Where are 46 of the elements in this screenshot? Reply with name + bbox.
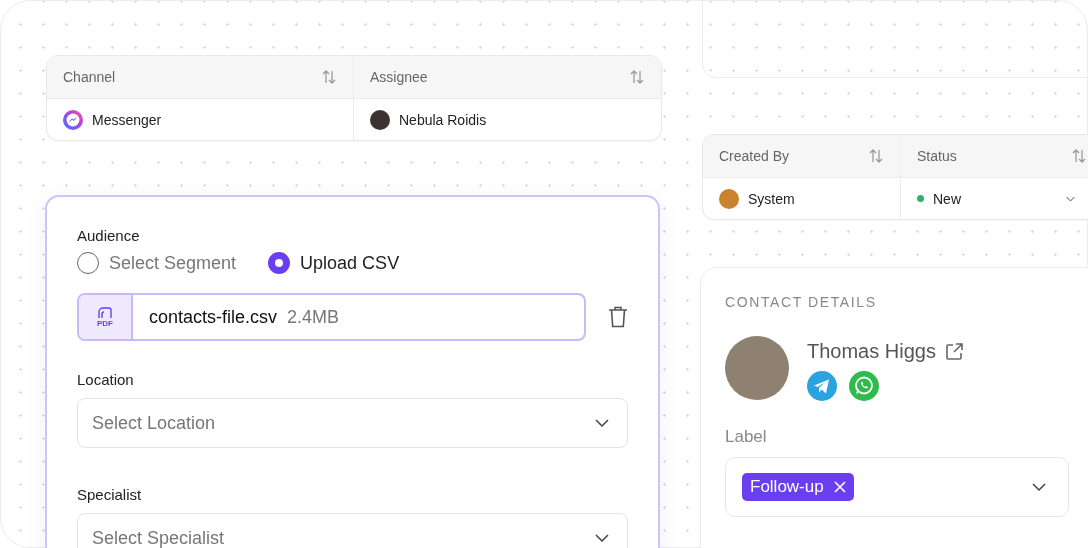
column-title: Channel [63, 69, 116, 85]
avatar [370, 109, 390, 130]
sort-icon[interactable] [629, 69, 645, 85]
channel-name: Messenger [92, 111, 162, 128]
column-title: Assignee [370, 69, 428, 85]
chevron-down-icon[interactable] [595, 534, 609, 542]
contact-name: Thomas Higgs [807, 340, 936, 363]
radio-option[interactable]: Upload CSV [268, 252, 400, 274]
column-title: Status [917, 148, 957, 164]
close-icon[interactable] [833, 481, 846, 493]
sort-icon[interactable] [321, 69, 337, 85]
file-name: contacts-file.csv [149, 306, 278, 328]
status-dot [917, 195, 924, 202]
paper-plane-icon[interactable] [807, 371, 837, 401]
column-header[interactable]: Created By [703, 135, 900, 178]
specialist-dropdown[interactable]: Select Specialist [77, 513, 628, 548]
status-label: New [933, 190, 961, 207]
sort-icon[interactable] [868, 148, 884, 164]
chevron-down-icon[interactable] [1032, 483, 1046, 491]
label-dropdown[interactable]: Follow-up [725, 457, 1069, 517]
file-size: 2.4MB [287, 306, 340, 328]
trash-icon[interactable] [608, 306, 628, 328]
file-type-badge: PDF [79, 295, 133, 339]
assignee-name: Nebula Roidis [399, 111, 487, 128]
phone-bubble-icon[interactable] [849, 371, 879, 401]
column-title: Created By [719, 148, 790, 164]
field-label: Label [725, 427, 768, 447]
avatar [719, 188, 739, 209]
section-heading: CONTACT DETAILS [725, 294, 878, 310]
sort-icon[interactable] [1071, 148, 1087, 164]
external-link-icon[interactable] [943, 341, 964, 362]
field-label: Location [77, 371, 135, 388]
radio-option[interactable]: Select Segment [77, 252, 237, 274]
label-tag[interactable]: Follow-up [742, 473, 854, 501]
file-field[interactable]: PDF contacts-file.csv 2.4MB [77, 293, 586, 341]
location-dropdown[interactable]: Select Location [77, 398, 628, 448]
column-header[interactable]: Channel [47, 56, 353, 99]
chevron-down-icon[interactable] [595, 419, 609, 427]
creator-name: System [748, 190, 795, 207]
status-dropdown[interactable]: New [900, 178, 1088, 219]
chat-bubble-icon [63, 109, 83, 130]
column-header[interactable]: Assignee [353, 56, 661, 99]
field-label: Specialist [77, 486, 143, 503]
field-label: Audience [77, 227, 141, 244]
radio-circle[interactable] [268, 252, 291, 274]
column-header[interactable]: Status [900, 135, 1088, 178]
